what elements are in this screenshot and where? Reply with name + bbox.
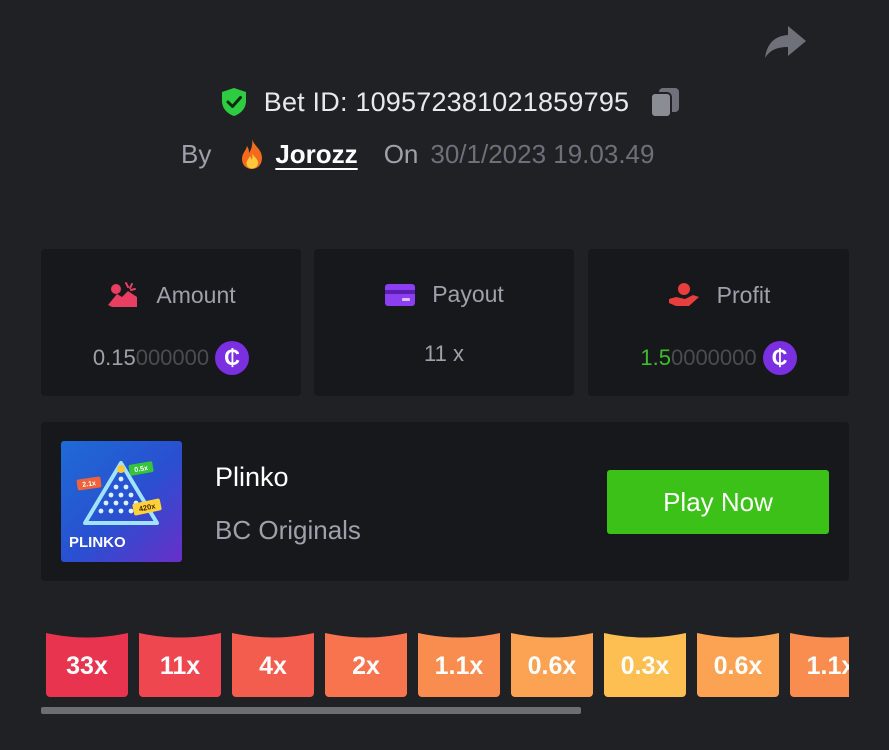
- fire-icon: [242, 139, 263, 169]
- shield-check-icon: [221, 88, 246, 116]
- coin-icon: ₵: [762, 341, 797, 375]
- multiplier-tile: 11x: [139, 629, 221, 697]
- multiplier-tile: 0.6x: [511, 629, 593, 697]
- multiplier-label: 33x: [66, 651, 108, 680]
- amount-value-main: 0.15: [92, 345, 136, 370]
- profit-title: Profit: [716, 281, 771, 308]
- profit-card: Profit 1.5 0000000 ₵: [588, 249, 849, 396]
- multiplier-tile: 0.6x: [697, 629, 779, 697]
- multiplier-label: 0.3x: [620, 651, 670, 680]
- multiplier-strip[interactable]: 33x 11x 4x 2x 1.1x 0.6x 0.3x 0.6x 1.1x: [41, 629, 849, 699]
- multiplier-tile: 33x: [46, 629, 128, 697]
- username-link[interactable]: Jorozz: [237, 138, 358, 170]
- bet-id-row: Bet ID: 109572381021859795: [0, 84, 889, 120]
- profit-value-decimals: 0000000: [670, 345, 757, 370]
- amount-icon: [108, 282, 138, 307]
- wallet-card-icon: [385, 283, 416, 306]
- payout-title: Payout: [432, 281, 504, 307]
- by-label: By: [181, 138, 212, 169]
- play-now-button[interactable]: Play Now: [607, 470, 829, 534]
- amount-value: 0.15 000000 ₵: [41, 341, 301, 375]
- game-provider: BC Originals: [215, 515, 361, 545]
- game-card: 2.1x 0.5x 420x PLINKO Plinko BC Original…: [41, 422, 849, 581]
- multiplier-label: 1.1x: [434, 651, 484, 680]
- payout-card: Payout 11 x: [314, 249, 574, 396]
- profit-value: 1.5 0000000 ₵: [588, 341, 849, 375]
- horizontal-scrollbar[interactable]: [41, 707, 581, 714]
- multiplier-label: 11x: [159, 651, 201, 680]
- amount-value-decimals: 000000: [135, 345, 210, 370]
- on-label: On: [383, 138, 419, 169]
- multiplier-label: 0.6x: [527, 651, 577, 680]
- copy-icon[interactable]: [647, 84, 683, 120]
- share-arrow-icon: [765, 26, 806, 58]
- hand-coin-icon: [668, 283, 699, 306]
- share-button[interactable]: [762, 22, 808, 62]
- multiplier-label: 4x: [259, 651, 287, 680]
- profit-value-main: 1.5: [640, 345, 671, 370]
- multiplier-tile: 2x: [325, 629, 407, 697]
- plinko-thumbnail[interactable]: 2.1x 0.5x 420x PLINKO: [61, 441, 182, 562]
- plinko-thumbnail-art: 2.1x 0.5x 420x PLINKO: [61, 441, 182, 562]
- author-row: By Jorozz On 30/1/2023 19.03.49: [181, 138, 654, 170]
- amount-title: Amount: [156, 281, 236, 308]
- payout-value: 11 x: [314, 341, 574, 367]
- multiplier-label: 1.1x: [806, 651, 849, 680]
- payout-value-text: 11 x: [424, 341, 464, 366]
- username: Jorozz: [275, 138, 358, 169]
- thumb-title: PLINKO: [69, 534, 126, 551]
- multiplier-tile: 0.3x: [604, 629, 686, 697]
- multiplier-label: 2x: [352, 651, 380, 680]
- multiplier-label: 0.6x: [713, 651, 763, 680]
- multiplier-tile: 4x: [232, 629, 314, 697]
- game-name[interactable]: Plinko: [215, 462, 289, 493]
- multiplier-tile: 1.1x: [790, 629, 849, 697]
- multiplier-tile: 1.1x: [418, 629, 500, 697]
- bet-date: 30/1/2023 19.03.49: [430, 138, 655, 169]
- coin-icon: ₵: [215, 341, 250, 375]
- amount-card: Amount 0.15 000000 ₵: [41, 249, 301, 396]
- bet-id: Bet ID: 109572381021859795: [263, 86, 630, 117]
